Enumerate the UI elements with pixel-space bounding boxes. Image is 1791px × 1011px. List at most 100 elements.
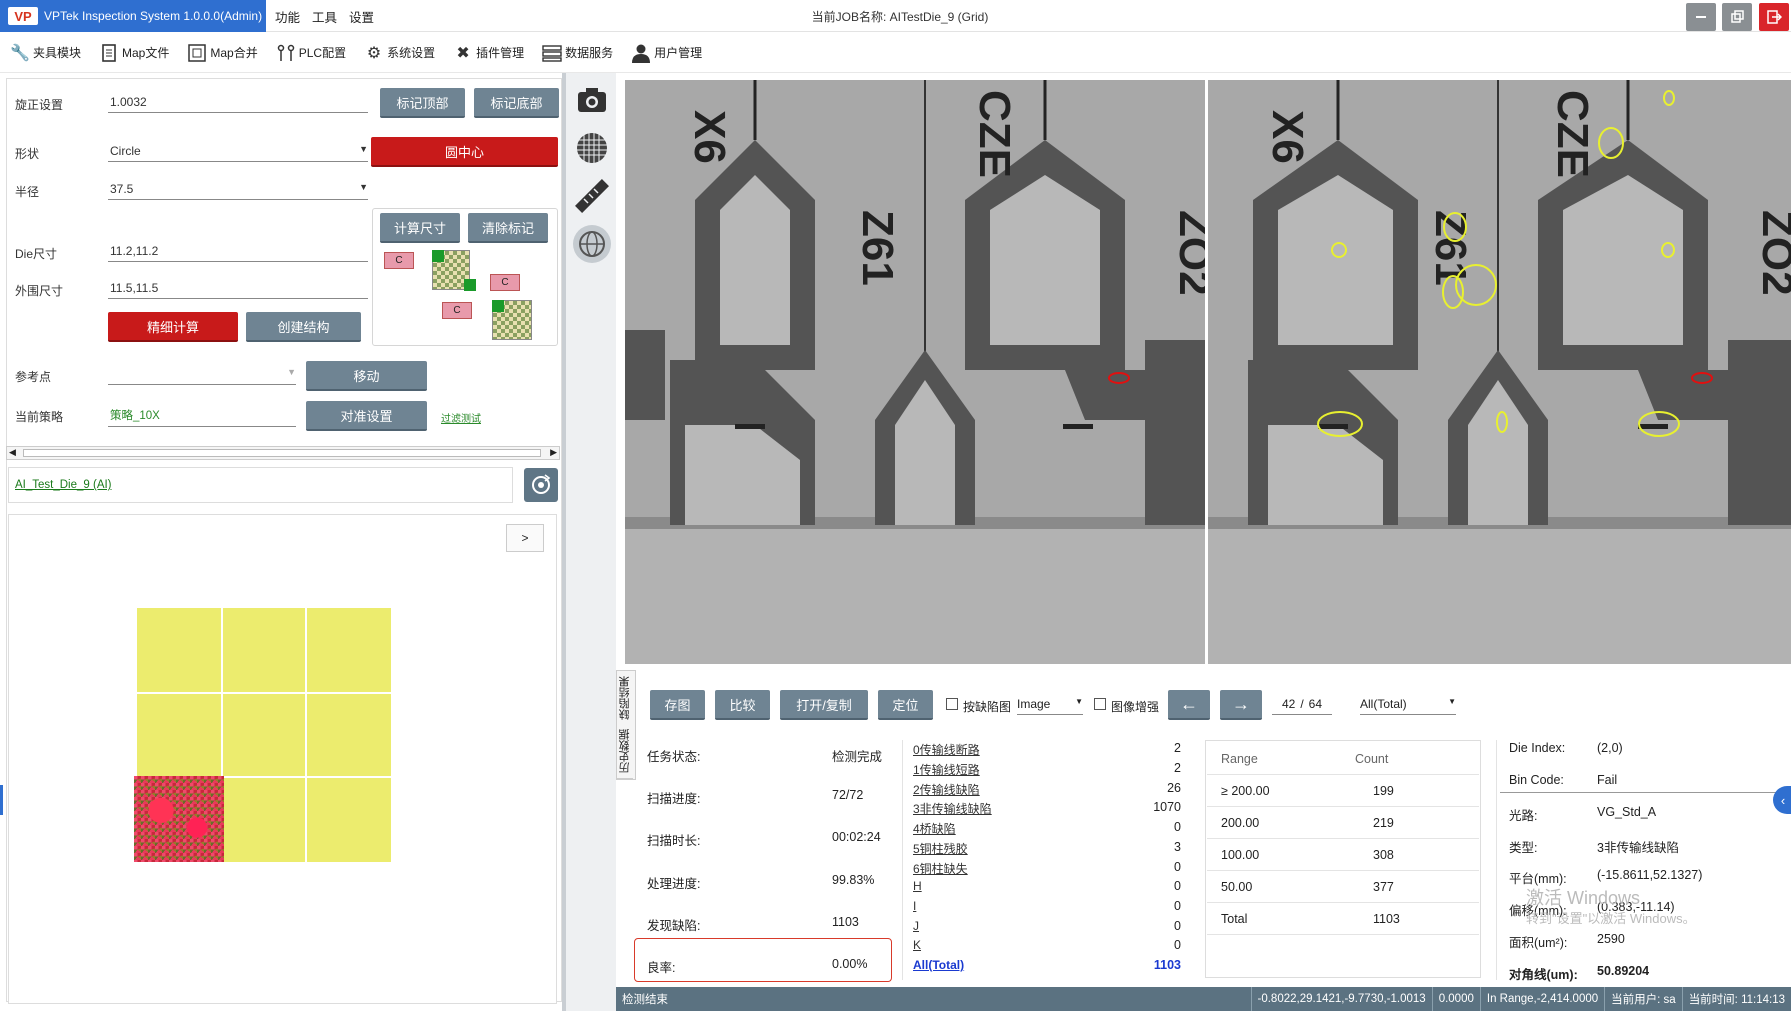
defect-type-link[interactable]: 5铜柱残胶 <box>913 840 968 857</box>
inspection-image-reference[interactable]: X6 CZE Z61 ZO2 <box>625 80 1205 664</box>
minimize-icon[interactable] <box>1686 3 1716 31</box>
defect-type-link[interactable]: 3非传输线缺陷 <box>913 800 992 817</box>
toolbar-plc-config[interactable]: PLC配置 <box>276 43 346 63</box>
info-value: (2,0) <box>1597 741 1623 755</box>
horizontal-scrollbar[interactable]: ◀ ▶ <box>6 446 560 460</box>
strategy-input[interactable]: 策略_10X <box>108 407 296 427</box>
mark-bottom-button[interactable]: 标记底部 <box>474 88 559 118</box>
toolbar-data-service[interactable]: 数据服务 <box>542 43 613 63</box>
defect-type-link[interactable]: 1传输线短路 <box>913 761 980 778</box>
toolbar-fixture-module[interactable]: 🔧 夹具模块 <box>10 43 81 63</box>
column-header: Range <box>1221 752 1258 766</box>
defect-type-link[interactable]: J <box>913 919 919 933</box>
column-header: Count <box>1355 752 1389 766</box>
ref-point-select[interactable]: ▼ <box>108 367 296 385</box>
tab-history-data[interactable]: 历史数据 <box>617 725 633 779</box>
watermark-title: 激活 Windows <box>1526 888 1641 908</box>
clear-marks-button[interactable]: 清除标记 <box>468 213 548 243</box>
filter-test-link[interactable]: 过滤测试 <box>441 410 481 425</box>
defect-count: 0 <box>1174 860 1181 874</box>
status-user: 当前用户: sa <box>1604 987 1682 1011</box>
info-label: Die Index: <box>1509 741 1566 755</box>
radius-select[interactable]: 37.5 ▼ <box>108 182 368 200</box>
merge-icon <box>187 43 207 63</box>
image-select[interactable]: Image ▼ <box>1017 697 1083 715</box>
exit-icon[interactable] <box>1759 3 1789 31</box>
locate-button[interactable]: 定位 <box>878 690 933 720</box>
page-separator: / <box>1300 697 1304 711</box>
toolbar-map-file[interactable]: Map文件 <box>99 43 169 63</box>
vertical-tabs: 缺陷结果 历史数据 <box>616 670 636 780</box>
mark-c: C <box>384 252 414 269</box>
defect-type-link[interactable]: 6铜柱缺失 <box>913 860 968 877</box>
defect-count: 0 <box>1174 899 1181 913</box>
defect-type-link[interactable]: H <box>913 879 922 893</box>
toolbar-system-settings[interactable]: ⚙ 系统设置 <box>364 43 435 63</box>
range-cell: ≥ 200.00 <box>1221 784 1270 798</box>
menu-tools[interactable]: 工具 <box>312 0 337 32</box>
rotation-input[interactable]: 1.0032 <box>108 95 368 113</box>
refresh-icon[interactable] <box>524 468 558 502</box>
align-settings-button[interactable]: 对准设置 <box>306 401 427 431</box>
outer-size-input[interactable]: 11.5,11.5 <box>108 281 368 299</box>
filter-select[interactable]: All(Total) ▼ <box>1360 697 1456 715</box>
scroll-left-icon[interactable]: ◀ <box>9 447 16 458</box>
job-link[interactable]: AI_Test_Die_9 (AI) <box>15 479 112 491</box>
count-cell: 1103 <box>1373 912 1400 926</box>
defect-type-link[interactable]: 0传输线断路 <box>913 741 980 758</box>
count-cell: 219 <box>1373 816 1394 830</box>
table-row[interactable]: 50.00 377 <box>1207 871 1479 903</box>
page-indicator[interactable]: 42 / 64 <box>1272 697 1332 715</box>
by-defect-map-checkbox[interactable] <box>946 698 958 710</box>
defect-type-link[interactable]: 4桥缺陷 <box>913 820 956 837</box>
mark-top-button[interactable]: 标记顶部 <box>380 88 465 118</box>
restore-icon[interactable] <box>1722 3 1752 31</box>
circle-center-button[interactable]: 圆中心 <box>371 137 558 167</box>
grid-icon[interactable] <box>572 128 612 168</box>
measure-icon[interactable] <box>572 176 612 216</box>
die-size-input[interactable]: 11.2,11.2 <box>108 244 368 262</box>
table-row[interactable]: 100.00 308 <box>1207 839 1479 871</box>
main-toolbar: 🔧 夹具模块 Map文件 Map合并 PLC配置 ⚙ 系统设置 ✖ 插件管理 数据服务… <box>0 33 1791 73</box>
create-struct-button[interactable]: 创建结构 <box>246 312 361 342</box>
defect-type-link[interactable]: K <box>913 938 921 952</box>
defect-count: 3 <box>1174 840 1181 854</box>
image-enhance-checkbox[interactable] <box>1094 698 1106 710</box>
toolbar-plugin-manager[interactable]: ✖ 插件管理 <box>453 43 524 63</box>
next-button[interactable]: → <box>1220 690 1262 720</box>
camera-icon[interactable] <box>572 80 612 120</box>
toolbar-user-manager[interactable]: 用户管理 <box>631 43 702 63</box>
tab-defect-results[interactable]: 缺陷结果 <box>617 671 633 725</box>
table-row[interactable]: 200.00 219 <box>1207 807 1479 839</box>
wafer-map[interactable] <box>134 608 391 862</box>
save-image-button[interactable]: 存图 <box>650 690 705 720</box>
info-value: 50.89204 <box>1597 964 1650 978</box>
table-row[interactable]: Total 1103 <box>1207 903 1479 935</box>
stat-label: 任务状态: <box>647 750 701 764</box>
open-copy-button[interactable]: 打开/复制 <box>780 690 868 720</box>
app-title-badge: VP VPTek Inspection System 1.0.0.0(Admin… <box>0 0 266 32</box>
move-button[interactable]: 移动 <box>306 361 427 391</box>
outer-size-label: 外围尺寸 <box>15 284 64 298</box>
toolbar-map-merge[interactable]: Map合并 <box>187 43 258 63</box>
calc-size-button[interactable]: 计算尺寸 <box>380 213 460 243</box>
defect-type-link[interactable]: I <box>913 899 916 913</box>
expand-button[interactable]: > <box>506 524 544 552</box>
status-range: In Range,-2,414.0000 <box>1479 987 1604 1011</box>
stat-label: 处理进度: <box>647 877 701 891</box>
menu-function[interactable]: 功能 <box>275 0 300 32</box>
scroll-right-icon[interactable]: ▶ <box>550 447 557 458</box>
fine-calc-button[interactable]: 精细计算 <box>108 312 238 342</box>
compare-button[interactable]: 比较 <box>715 690 770 720</box>
shape-select[interactable]: Circle ▼ <box>108 144 368 162</box>
defect-total-link[interactable]: All(Total) <box>913 958 964 972</box>
globe-icon[interactable] <box>572 224 612 264</box>
defect-type-link[interactable]: 2传输线缺陷 <box>913 781 980 798</box>
prev-button[interactable]: ← <box>1168 690 1210 720</box>
menu-settings[interactable]: 设置 <box>349 0 374 32</box>
inspection-image-defect[interactable]: X6 CZE Z61 ZO2 <box>1208 80 1791 664</box>
table-row[interactable]: ≥ 200.00 199 <box>1207 775 1479 807</box>
strategy-label: 当前策略 <box>15 410 64 424</box>
range-cell: Total <box>1221 912 1248 926</box>
count-cell: 308 <box>1373 848 1394 862</box>
